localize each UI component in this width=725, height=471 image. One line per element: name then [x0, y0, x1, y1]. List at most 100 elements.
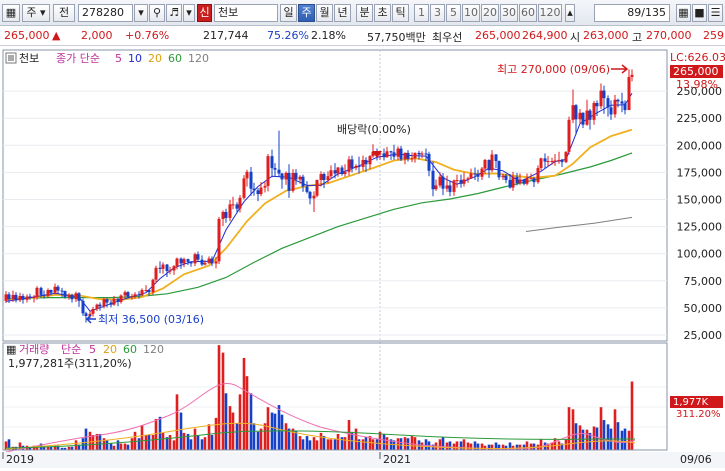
term-button[interactable]: 전 [53, 4, 75, 22]
period-week[interactable]: 주 [298, 4, 315, 22]
candle-body [39, 287, 43, 295]
interval-120[interactable]: 120 [538, 4, 562, 22]
candle-body [109, 302, 113, 305]
chart-menu-icon[interactable]: ▦ [2, 4, 20, 22]
volume-bar [515, 444, 519, 450]
period-month[interactable]: 월 [316, 4, 333, 22]
volume-legend-ma5: 5 [89, 343, 96, 356]
interval-5[interactable]: 5 [446, 4, 461, 22]
volume-bar [487, 444, 491, 450]
volume-bar [354, 428, 358, 450]
candle-body [224, 211, 228, 218]
candle-body [462, 179, 466, 184]
volume-bar [529, 443, 533, 450]
candle-body [389, 151, 393, 153]
volume-bar [441, 437, 445, 450]
candle-body [490, 154, 494, 171]
candle-body [11, 294, 15, 300]
candle-body [476, 174, 480, 177]
candle-body [427, 153, 431, 171]
candle-body [46, 290, 50, 296]
volume-bar [343, 437, 347, 450]
candle-body [102, 299, 106, 307]
volume-bar [620, 430, 624, 450]
chart-canvas[interactable]: 250,000225,000200,000175,000150,000125,0… [0, 47, 725, 468]
candle-body [168, 270, 172, 272]
volume-bar [252, 423, 256, 450]
volume-bar [483, 445, 487, 450]
interval-10[interactable]: 10 [462, 4, 480, 22]
chart-area[interactable]: 250,000 225,000 200,000 175,000 150,000 125,0… [0, 47, 725, 468]
candle-body [165, 264, 169, 272]
candle-body [466, 178, 470, 180]
volume-bar [438, 439, 442, 450]
volume-bar [196, 435, 200, 450]
period-day[interactable]: 일 [280, 4, 297, 22]
interval-30[interactable]: 30 [500, 4, 518, 22]
period-tick[interactable]: 틱 [392, 4, 409, 22]
low-annotation: 최저 36,500 (03/16) [98, 313, 204, 326]
search-icon[interactable]: ⚲ [149, 4, 165, 22]
volume-bar [466, 442, 470, 450]
interval-20[interactable]: 20 [481, 4, 499, 22]
candle-body [200, 259, 204, 265]
volume-bar [329, 439, 333, 450]
candle-body [305, 186, 309, 192]
candle-body [347, 159, 351, 172]
candle-body [81, 300, 85, 314]
volume-info: 1,977,281주(311,20%) [8, 357, 132, 370]
stock-name-field[interactable]: 천보 [214, 4, 278, 22]
candle-body [249, 171, 253, 189]
candle-body [354, 165, 358, 169]
volume-bar [224, 393, 228, 450]
candle-body [627, 77, 631, 111]
candle-body [448, 185, 452, 192]
volume-bar [130, 438, 134, 450]
candle-body [497, 161, 501, 178]
expand-icon[interactable]: ■ [692, 4, 707, 22]
candle-body [340, 167, 344, 175]
volume-panel-icon: ▦ [6, 343, 16, 356]
time-axis-bar [0, 452, 725, 468]
speaker-icon[interactable]: ♬ [166, 4, 182, 22]
candle-body [553, 160, 557, 162]
interval-60[interactable]: 60 [519, 4, 537, 22]
interval-1[interactable]: 1 [414, 4, 429, 22]
candle-body [112, 298, 116, 305]
low-price-partial: 259 [703, 29, 724, 42]
market-select[interactable]: 주 ▾ [22, 4, 50, 22]
candle-body [592, 103, 596, 120]
chevron-down-icon[interactable]: ▾ [183, 4, 195, 22]
candle-body [536, 168, 540, 183]
volume-bar [340, 437, 344, 450]
candle-body [417, 152, 421, 155]
quote-bar: 265,000 ▲ 2,000 +0.76% 217,744 75.26% 2.… [0, 26, 725, 46]
candle-body [529, 178, 533, 180]
volume-bar [319, 432, 323, 450]
volume-pct-tag: 311.20% [676, 409, 721, 420]
volume-legend-name: 거래량 [19, 343, 49, 356]
candle-body [620, 101, 624, 104]
period-second[interactable]: 초 [374, 4, 391, 22]
candle-body [158, 267, 162, 269]
page-counter: 89/135 [594, 4, 670, 22]
candle-body [543, 158, 547, 162]
candle-body [333, 170, 337, 174]
volume-bar [357, 439, 361, 450]
menu-icon[interactable]: ☰ [708, 4, 723, 22]
mode-badge[interactable]: 신 [197, 4, 212, 22]
volume-bar [382, 433, 386, 450]
volume-bar [161, 432, 165, 450]
grid-icon[interactable]: ▦ [676, 4, 691, 22]
code-dropdown-icon[interactable]: ▾ [134, 4, 148, 22]
interval-3[interactable]: 3 [430, 4, 445, 22]
candle-body [585, 110, 589, 125]
price-legend-ma5: 5 [115, 52, 122, 65]
candle-body [189, 261, 193, 264]
chevron-up-icon[interactable]: ▴ [565, 4, 575, 22]
volume-bar [375, 439, 379, 450]
code-input[interactable]: 278280 [78, 4, 133, 22]
best-quote-label: 최우선 [432, 31, 463, 44]
period-year[interactable]: 년 [334, 4, 351, 22]
period-minute[interactable]: 분 [356, 4, 373, 22]
